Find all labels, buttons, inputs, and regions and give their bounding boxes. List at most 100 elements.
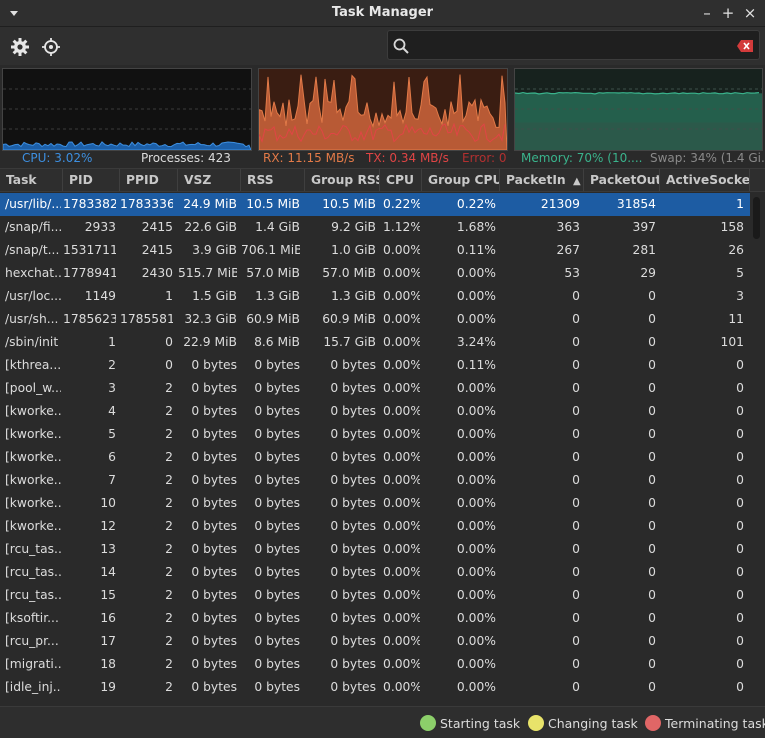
- cell-packetin: 0: [572, 404, 580, 418]
- legend-changing-label: Changing task: [548, 716, 638, 731]
- column-pid[interactable]: PID: [63, 169, 120, 191]
- cell-task: [migrati...: [5, 657, 61, 671]
- cell-packetout: 0: [648, 519, 656, 533]
- changing-dot-icon: [528, 715, 544, 731]
- column-cpu[interactable]: CPU: [380, 169, 422, 191]
- settings-button[interactable]: [9, 36, 31, 58]
- table-row[interactable]: [idle_inj... 19 2 0 bytes 0 bytes 0 bytes 0.00…: [0, 676, 750, 699]
- table-row[interactable]: /usr/loc... 1149 1 1.5 GiB 1.3 GiB 1.3 GiB 0.0…: [0, 285, 750, 308]
- cell-activesocket: 0: [736, 680, 744, 694]
- cell-group-cpu: 0.00%: [456, 381, 496, 395]
- table-row[interactable]: /usr/sh... 1785623 1785581 32.3 GiB 60.9 MiB…: [0, 308, 750, 331]
- maximize-button[interactable]: +: [718, 3, 738, 23]
- column-ppid[interactable]: PPID: [120, 169, 178, 191]
- cell-packetout: 29: [640, 266, 656, 280]
- table-row[interactable]: [migrati... 18 2 0 bytes 0 bytes 0 bytes 0.00%…: [0, 653, 750, 676]
- cell-packetin: 267: [556, 243, 580, 257]
- cell-ppid: 1: [165, 289, 173, 303]
- cell-group-cpu: 1.68%: [456, 220, 496, 234]
- cell-pid: 19: [100, 680, 116, 694]
- search-input[interactable]: [414, 34, 724, 56]
- cell-vsz: 0 bytes: [191, 657, 237, 671]
- cell-packetout: 0: [648, 473, 656, 487]
- cell-pid: 15: [100, 588, 116, 602]
- memory-label: Memory: 70% (10....: [521, 151, 643, 165]
- column-packetin[interactable]: PacketIn ▲: [500, 169, 584, 191]
- minimize-button[interactable]: –: [697, 3, 717, 23]
- cell-pid: 2: [108, 358, 116, 372]
- cell-pid: 16: [100, 611, 116, 625]
- table-row[interactable]: [rcu_tas... 15 2 0 bytes 0 bytes 0 bytes 0.00%…: [0, 584, 750, 607]
- scrollbar-thumb[interactable]: [753, 197, 760, 239]
- task-manager-window: Task Manager – + × CPU: 3.02% Processes:…: [0, 0, 765, 738]
- cell-task: [kthrea...: [5, 358, 61, 372]
- cell-group-rss: 10.5 MiB: [322, 197, 376, 211]
- terminating-dot-icon: [645, 715, 661, 731]
- cell-pid: 12: [100, 519, 116, 533]
- column-vsz[interactable]: VSZ: [178, 169, 241, 191]
- column-task[interactable]: Task: [0, 169, 63, 191]
- cell-group-rss: 0 bytes: [330, 588, 376, 602]
- cell-cpu: 0.00%: [383, 565, 420, 579]
- table-row[interactable]: [ksoftir... 16 2 0 bytes 0 bytes 0 bytes 0.00%…: [0, 607, 750, 630]
- cell-vsz: 22.6 GiB: [184, 220, 237, 234]
- cell-task: [rcu_tas...: [5, 588, 61, 602]
- cell-activesocket: 26: [728, 243, 744, 257]
- cell-ppid: 2: [165, 542, 173, 556]
- table-row[interactable]: /usr/lib/... 1783382 1783336 24.9 MiB 10.5 M…: [0, 193, 750, 216]
- column-rss[interactable]: RSS: [241, 169, 305, 191]
- cell-rss: 0 bytes: [254, 381, 300, 395]
- cell-activesocket: 0: [736, 473, 744, 487]
- table-row[interactable]: [kworke... 6 2 0 bytes 0 bytes 0 bytes 0.00% 0.…: [0, 446, 750, 469]
- table-row[interactable]: [kworke... 10 2 0 bytes 0 bytes 0 bytes 0.00% 0…: [0, 492, 750, 515]
- vertical-scrollbar[interactable]: [750, 193, 765, 705]
- cell-activesocket: 0: [736, 657, 744, 671]
- cell-group-cpu: 0.00%: [456, 404, 496, 418]
- table-row[interactable]: [kworke... 4 2 0 bytes 0 bytes 0 bytes 0.00% 0.…: [0, 400, 750, 423]
- table-row[interactable]: [pool_w... 3 2 0 bytes 0 bytes 0 bytes 0.00% 0.…: [0, 377, 750, 400]
- cell-packetout: 0: [648, 404, 656, 418]
- cell-activesocket: 11: [728, 312, 744, 326]
- column-activesocket[interactable]: ActiveSocket: [660, 169, 750, 191]
- close-button[interactable]: ×: [740, 3, 760, 23]
- cell-group-rss: 1.3 GiB: [331, 289, 376, 303]
- clear-icon[interactable]: [737, 40, 753, 52]
- table-row[interactable]: [rcu_pr... 17 2 0 bytes 0 bytes 0 bytes 0.00% 0…: [0, 630, 750, 653]
- cell-ppid: 2: [165, 657, 173, 671]
- search-box[interactable]: [387, 30, 760, 60]
- cell-group-rss: 0 bytes: [330, 358, 376, 372]
- table-row[interactable]: [rcu_tas... 14 2 0 bytes 0 bytes 0 bytes 0.00%…: [0, 561, 750, 584]
- table-row[interactable]: [kworke... 12 2 0 bytes 0 bytes 0 bytes 0.00% 0…: [0, 515, 750, 538]
- table-row[interactable]: hexchat... 1778941 2430 515.7 MiB 57.0 MiB 57…: [0, 262, 750, 285]
- cell-task: [rcu_tas...: [5, 565, 61, 579]
- table-header: Task PID PPID VSZ RSS Group RSS CPU Grou…: [0, 168, 765, 192]
- cell-ppid: 0: [165, 335, 173, 349]
- cell-activesocket: 0: [736, 542, 744, 556]
- status-bar: Starting task Changing task Terminating …: [0, 706, 765, 738]
- column-group-cpu[interactable]: Group CPU: [422, 169, 500, 191]
- column-packetout[interactable]: PacketOut: [584, 169, 660, 191]
- column-group-rss[interactable]: Group RSS: [305, 169, 380, 191]
- table-row[interactable]: /snap/fi... 2933 2415 22.6 GiB 1.4 GiB 9.2 Gi…: [0, 216, 750, 239]
- cell-group-cpu: 0.00%: [456, 565, 496, 579]
- table-row[interactable]: /snap/t... 1531711 2415 3.9 GiB 706.1 MiB 1.0…: [0, 239, 750, 262]
- cell-vsz: 0 bytes: [191, 381, 237, 395]
- cell-ppid: 2: [165, 381, 173, 395]
- title-bar[interactable]: Task Manager – + ×: [0, 0, 765, 27]
- table-row[interactable]: [rcu_tas... 13 2 0 bytes 0 bytes 0 bytes 0.00%…: [0, 538, 750, 561]
- cell-packetin: 0: [572, 496, 580, 510]
- table-row[interactable]: [kworke... 7 2 0 bytes 0 bytes 0 bytes 0.00% 0.…: [0, 469, 750, 492]
- cell-vsz: 0 bytes: [191, 588, 237, 602]
- cell-task: [rcu_pr...: [5, 634, 59, 648]
- table-row[interactable]: [kworke... 5 2 0 bytes 0 bytes 0 bytes 0.00% 0.…: [0, 423, 750, 446]
- cell-packetout: 0: [648, 565, 656, 579]
- table-row[interactable]: [kthrea... 2 0 0 bytes 0 bytes 0 bytes 0.00% 0.…: [0, 354, 750, 377]
- cell-vsz: 0 bytes: [191, 404, 237, 418]
- cell-packetin: 0: [572, 634, 580, 648]
- table-row[interactable]: /sbin/init 1 0 22.9 MiB 8.6 MiB 15.7 GiB 0.00%…: [0, 331, 750, 354]
- cell-task: /snap/t...: [5, 243, 60, 257]
- cell-packetin: 0: [572, 680, 580, 694]
- select-window-button[interactable]: [40, 36, 62, 58]
- cell-activesocket: 5: [736, 266, 744, 280]
- cell-ppid: 2415: [141, 243, 173, 257]
